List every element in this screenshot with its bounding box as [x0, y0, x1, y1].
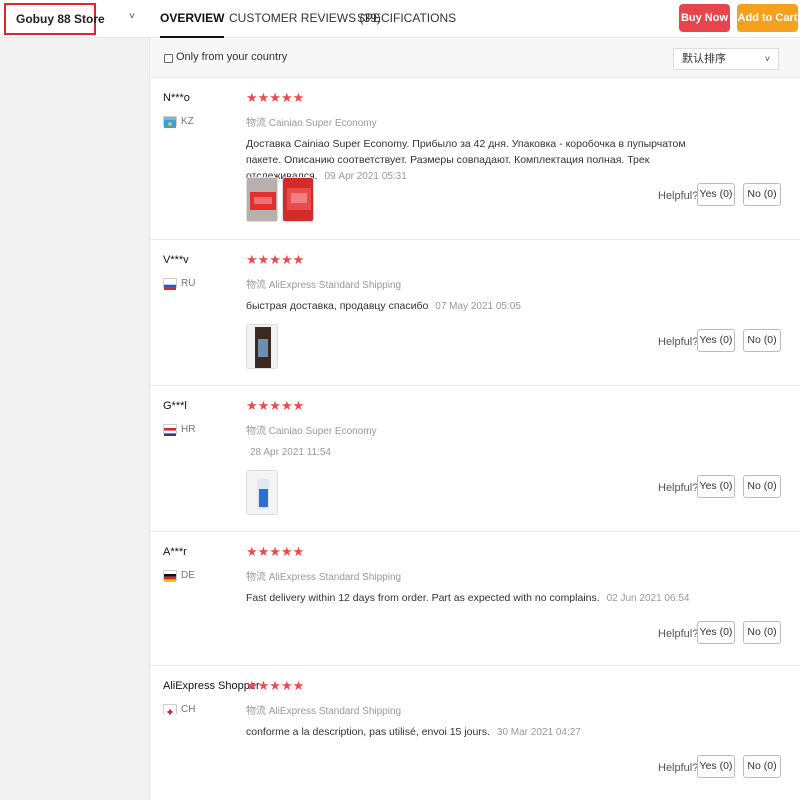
review-item: G***l HR ★★★★★ 物流 Cainiao Super Economy …: [150, 386, 800, 532]
rating-stars: ★★★★★: [246, 252, 305, 267]
chevron-down-icon: ˅: [764, 54, 770, 64]
review-country: RU: [181, 278, 196, 289]
review-country: KZ: [181, 116, 194, 127]
country-checkbox-label[interactable]: Only from your country: [176, 51, 287, 63]
review-date: 30 Mar 2021 04:27: [496, 727, 581, 738]
flag-kz-icon: [163, 116, 177, 128]
helpful-label: Helpful?: [658, 336, 699, 348]
helpful-no-button[interactable]: No (0): [743, 755, 781, 778]
review-text: conforme a la description, pas utilisé, …: [246, 724, 716, 741]
shipping-name: AliExpress Standard Shipping: [268, 280, 402, 291]
review-item: N***o KZ ★★★★★ 物流 Cainiao Super Economy …: [150, 78, 800, 240]
store-sidebar: [0, 0, 150, 800]
review-date: 28 Apr 2021 11:54: [250, 447, 331, 458]
review-text: Fast delivery within 12 days from order.…: [246, 590, 716, 607]
flag-hr-icon: [163, 424, 177, 436]
helpful-no-button[interactable]: No (0): [743, 621, 781, 644]
review-date: 07 May 2021 05:05: [435, 301, 521, 312]
shipping-name: Cainiao Super Economy: [268, 118, 377, 129]
review-country: HR: [181, 424, 196, 435]
tab-overview[interactable]: OVERVIEW: [160, 0, 225, 38]
review-body: conforme a la description, pas utilisé, …: [246, 726, 490, 738]
shipping-prefix: 物流: [246, 118, 266, 129]
review-user: N***o: [163, 92, 190, 104]
helpful-label: Helpful?: [658, 482, 699, 494]
shipping-method: 物流 AliExpress Standard Shipping: [246, 702, 401, 717]
shipping-name: Cainiao Super Economy: [268, 426, 377, 437]
store-header: Gobuy 88 Store ˅: [0, 0, 150, 38]
review-photo[interactable]: [246, 177, 278, 222]
review-photo[interactable]: [246, 470, 278, 515]
store-name-button[interactable]: Gobuy 88 Store: [4, 3, 105, 35]
helpful-no-button[interactable]: No (0): [743, 183, 781, 206]
chevron-down-icon[interactable]: ˅: [129, 11, 135, 22]
shipping-method: 物流 AliExpress Standard Shipping: [246, 276, 401, 291]
review-item: AliExpress Shopper CH ★★★★★ 物流 AliExpres…: [150, 666, 800, 800]
shipping-prefix: 物流: [246, 426, 266, 437]
tab-specifications[interactable]: SPECIFICATIONS: [357, 0, 456, 38]
review-text: 28 Apr 2021 11:54: [246, 444, 716, 461]
rating-stars: ★★★★★: [246, 544, 305, 559]
review-date: 02 Jun 2021 06:54: [606, 593, 690, 604]
shipping-prefix: 物流: [246, 572, 266, 583]
helpful-label: Helpful?: [658, 628, 699, 640]
helpful-yes-button[interactable]: Yes (0): [697, 183, 735, 206]
rating-stars: ★★★★★: [246, 90, 305, 105]
helpful-no-button[interactable]: No (0): [743, 329, 781, 352]
review-photo[interactable]: [282, 177, 314, 222]
shipping-method: 物流 Cainiao Super Economy: [246, 422, 377, 437]
review-user: G***l: [163, 400, 187, 412]
review-country: DE: [181, 570, 195, 581]
review-user: A***r: [163, 546, 187, 558]
helpful-label: Helpful?: [658, 190, 699, 202]
buy-now-button[interactable]: Buy Now: [679, 4, 730, 32]
review-item: A***r DE ★★★★★ 物流 AliExpress Standard Sh…: [150, 532, 800, 666]
review-user: V***v: [163, 254, 189, 266]
review-list: N***o KZ ★★★★★ 物流 Cainiao Super Economy …: [150, 78, 800, 800]
shipping-prefix: 物流: [246, 706, 266, 717]
helpful-no-button[interactable]: No (0): [743, 475, 781, 498]
rating-stars: ★★★★★: [246, 678, 305, 693]
flag-de-icon: [163, 570, 177, 582]
helpful-label: Helpful?: [658, 762, 699, 774]
review-item: V***v RU ★★★★★ 物流 AliExpress Standard Sh…: [150, 240, 800, 386]
flag-ru-icon: [163, 278, 177, 290]
review-body: Доставка Cainiao Super Economy. Прибыло …: [246, 138, 686, 182]
flag-ch-icon: [163, 704, 177, 716]
shipping-method: 物流 AliExpress Standard Shipping: [246, 568, 401, 583]
helpful-yes-button[interactable]: Yes (0): [697, 475, 735, 498]
filter-bar: Only from your country 默认排序 ˅: [150, 39, 800, 78]
helpful-yes-button[interactable]: Yes (0): [697, 621, 735, 644]
review-text: Доставка Cainiao Super Economy. Прибыло …: [246, 136, 716, 185]
shipping-name: AliExpress Standard Shipping: [268, 572, 402, 583]
helpful-yes-button[interactable]: Yes (0): [697, 329, 735, 352]
review-country: CH: [181, 704, 196, 715]
shipping-method: 物流 Cainiao Super Economy: [246, 114, 377, 129]
review-photo[interactable]: [246, 324, 278, 369]
country-checkbox[interactable]: [164, 54, 173, 63]
shipping-prefix: 物流: [246, 280, 266, 291]
rating-stars: ★★★★★: [246, 398, 305, 413]
add-to-cart-button[interactable]: Add to Cart: [737, 4, 798, 32]
sort-dropdown-label: 默认排序: [682, 53, 726, 65]
helpful-yes-button[interactable]: Yes (0): [697, 755, 735, 778]
review-body: Fast delivery within 12 days from order.…: [246, 592, 600, 604]
shipping-name: AliExpress Standard Shipping: [268, 706, 402, 717]
sort-dropdown[interactable]: 默认排序 ˅: [673, 48, 779, 70]
review-date: 09 Apr 2021 05:31: [324, 171, 407, 182]
top-nav: OVERVIEW CUSTOMER REVIEWS (39) SPECIFICA…: [150, 0, 800, 38]
review-text: быстрая доставка, продавцу спасибо 07 Ma…: [246, 298, 716, 315]
review-body: быстрая доставка, продавцу спасибо: [246, 300, 429, 312]
